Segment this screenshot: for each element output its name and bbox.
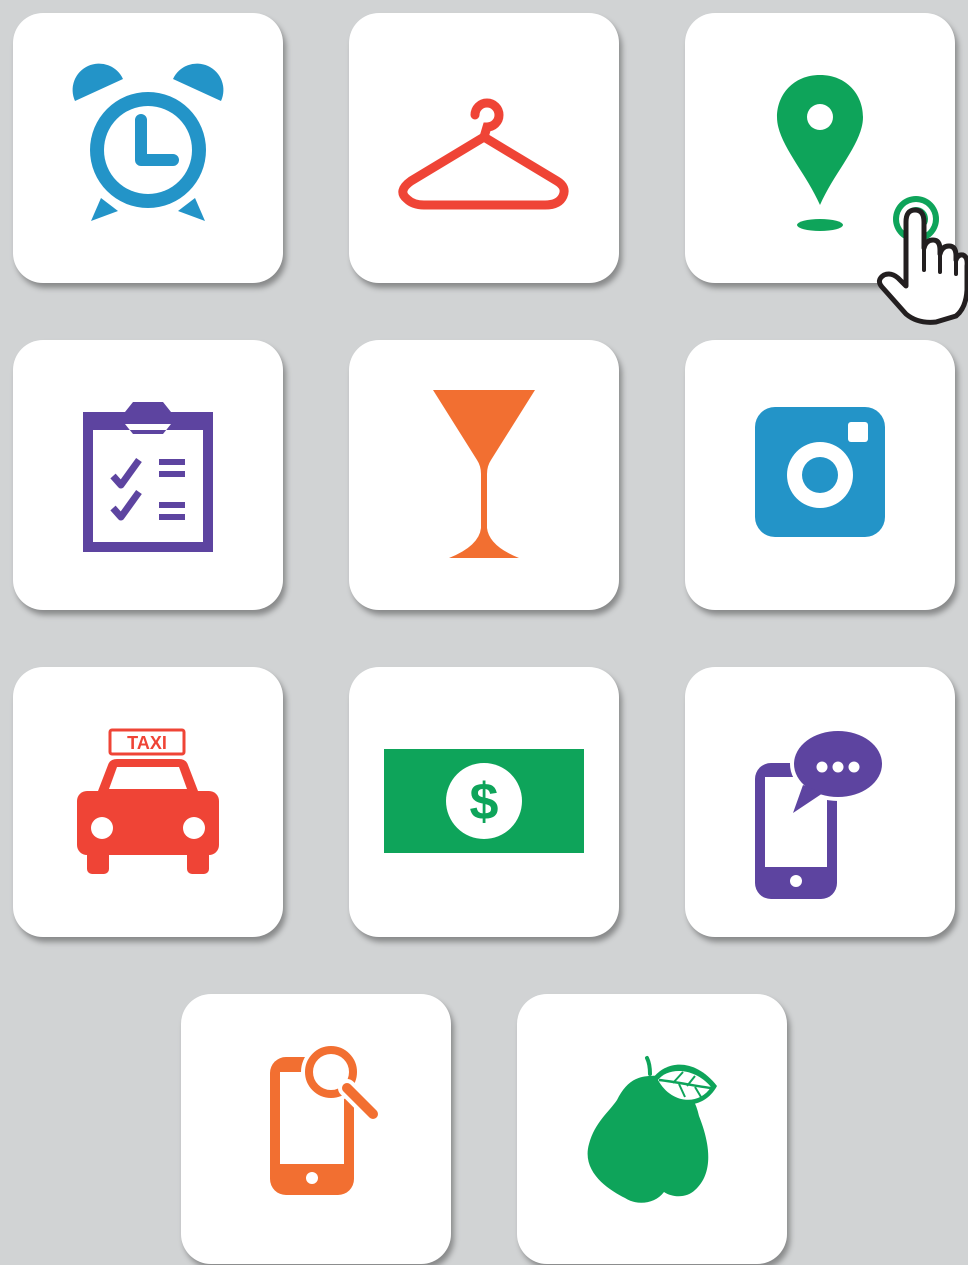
pear-icon [587,1056,717,1203]
taxi-icon: TAXI [77,728,219,874]
checklist-tile[interactable] [13,340,283,610]
alarm-clock-icon [72,63,224,221]
checklist-icon [83,402,213,552]
cocktail-glass-tile[interactable] [349,340,619,610]
phone-chat-icon [755,727,886,899]
phone-search-icon [270,1042,383,1195]
phone-chat-tile[interactable] [685,667,955,937]
hanger-tile[interactable] [349,13,619,283]
dollar-bill-tile[interactable]: $ [349,667,619,937]
dollar-symbol: $ [470,773,499,831]
alarm-clock-tile[interactable] [13,13,283,283]
camera-tile[interactable] [685,340,955,610]
cocktail-glass-icon [433,390,535,558]
pear-tile[interactable] [517,994,787,1264]
taxi-sign-text: TAXI [127,733,167,753]
phone-search-tile[interactable] [181,994,451,1264]
camera-icon [755,407,885,537]
map-pin-icon [777,75,863,231]
taxi-tile[interactable]: TAXI [13,667,283,937]
hanger-icon [398,98,569,210]
dollar-bill-icon: $ [384,749,584,853]
map-pin-tile[interactable] [685,13,955,283]
